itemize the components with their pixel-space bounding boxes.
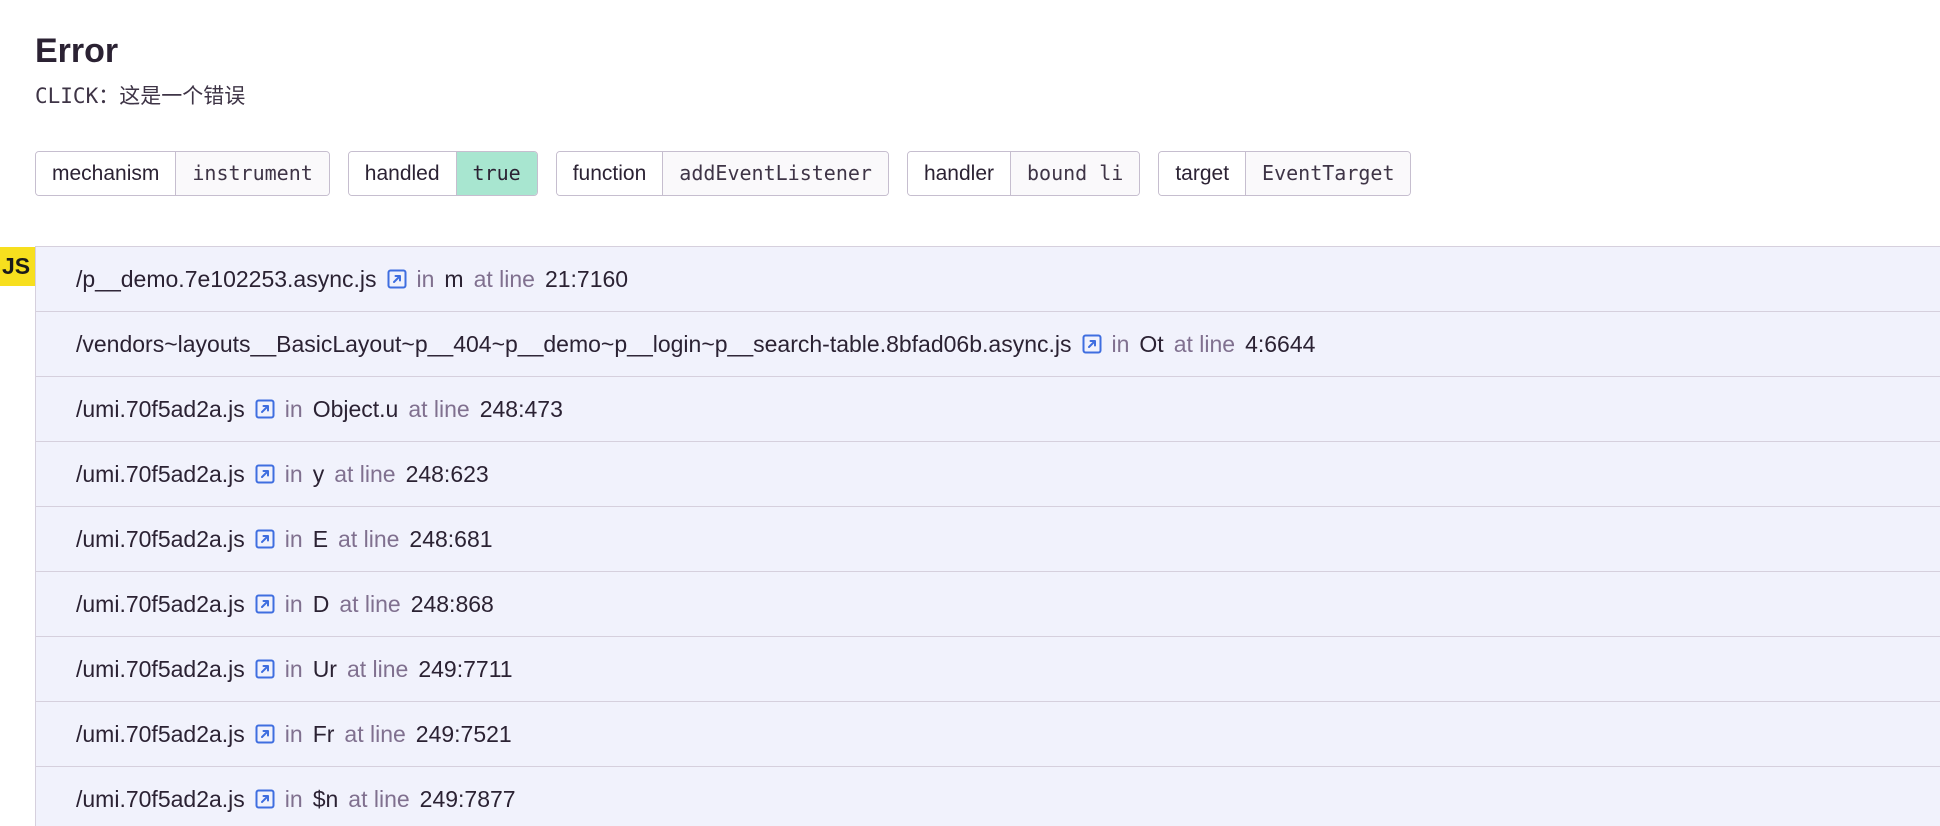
frame-in-label: in [1111,330,1130,357]
tag-value: bound li [1011,152,1140,195]
frame-function: Ur [312,655,337,682]
tag-key: mechanism [36,152,177,195]
stack-frame[interactable]: /umi.70f5ad2a.js in D at line 248:868 [36,572,1940,637]
frame-at-line-label: at line [346,655,409,682]
open-source-icon[interactable] [255,659,275,679]
frame-in-label: in [284,525,303,552]
frame-line-number: 248:681 [409,525,493,552]
open-source-icon[interactable] [255,724,275,744]
frame-line-number: 249:7711 [418,655,513,682]
frame-in-label: in [284,590,303,617]
tag-value: true [456,152,537,195]
frame-function: y [312,460,325,487]
frame-line-number: 248:623 [405,460,489,487]
tag-target[interactable]: target EventTarget [1158,151,1412,196]
frame-filename: /umi.70f5ad2a.js [76,720,245,747]
tag-key: function [556,152,664,195]
frame-filename: /umi.70f5ad2a.js [76,655,245,682]
frame-filename: /vendors~layouts__BasicLayout~p__404~p__… [76,330,1072,357]
frame-line-number: 249:7877 [419,785,516,812]
stacktrace: /p__demo.7e102253.async.js in m at line … [35,246,1940,826]
tag-function[interactable]: function addEventListener [555,151,889,196]
frame-in-label: in [284,655,303,682]
frame-function: E [312,525,329,552]
javascript-platform-badge: JS [0,247,35,286]
frame-function: Object.u [312,395,399,422]
error-header: Error CLICK：这是一个错误 [35,30,245,110]
frame-in-label: in [284,395,303,422]
error-message: CLICK：这是一个错误 [35,84,246,108]
tag-handled[interactable]: handled true [347,151,538,196]
frame-in-label: in [284,720,303,747]
frame-function: Fr [312,720,335,747]
stack-frame[interactable]: /umi.70f5ad2a.js in y at line 248:623 [36,442,1940,507]
stack-frame[interactable]: /umi.70f5ad2a.js in Ur at line 249:7711 [36,637,1940,702]
frame-filename: /umi.70f5ad2a.js [76,785,245,812]
tag-handler[interactable]: handler bound li [906,151,1141,196]
frame-filename: /p__demo.7e102253.async.js [76,265,377,292]
frame-at-line-label: at line [339,590,401,617]
tag-key: handled [348,152,457,195]
frame-function: Ot [1139,330,1164,357]
open-source-icon[interactable] [255,464,275,484]
frame-line-number: 21:7160 [544,265,629,292]
open-source-icon[interactable] [255,789,275,809]
error-event-page: Error CLICK：这是一个错误 mechanism instrument … [0,0,1940,826]
stack-frame[interactable]: /umi.70f5ad2a.js in Object.u at line 248… [36,377,1940,442]
frame-function: D [312,590,330,617]
frame-in-label: in [416,265,435,292]
frame-at-line-label: at line [334,460,396,487]
frame-at-line-label: at line [344,720,406,747]
frame-line-number: 248:473 [479,395,563,422]
frame-at-line-label: at line [408,395,470,422]
frame-at-line-label: at line [1173,330,1236,357]
frame-filename: /umi.70f5ad2a.js [76,590,245,617]
open-source-icon[interactable] [255,529,275,549]
frame-function: $n [312,785,339,812]
open-source-icon[interactable] [1082,334,1102,354]
tag-key: handler [907,152,1011,195]
tag-value: addEventListener [663,152,888,195]
tag-value: instrument [176,152,329,195]
frame-filename: /umi.70f5ad2a.js [76,525,245,552]
open-source-icon[interactable] [387,269,407,289]
frame-at-line-label: at line [348,785,410,812]
frame-line-number: 249:7521 [415,720,512,747]
tag-key: target [1159,152,1247,195]
frame-at-line-label: at line [473,265,535,292]
stack-frame[interactable]: /p__demo.7e102253.async.js in m at line … [36,247,1940,312]
stack-frame[interactable]: /umi.70f5ad2a.js in Fr at line 249:7521 [36,702,1940,767]
frame-line-number: 4:6644 [1245,330,1316,357]
tag-list: mechanism instrument handled true functi… [35,151,1412,196]
error-title: Error [35,32,119,70]
frame-in-label: in [284,785,303,812]
open-source-icon[interactable] [255,399,275,419]
frame-filename: /umi.70f5ad2a.js [76,395,245,422]
frame-line-number: 248:868 [410,590,494,617]
frame-at-line-label: at line [338,525,400,552]
frame-filename: /umi.70f5ad2a.js [76,460,245,487]
stack-frame[interactable]: /umi.70f5ad2a.js in $n at line 249:7877 [36,767,1940,826]
open-source-icon[interactable] [255,594,275,614]
tag-mechanism[interactable]: mechanism instrument [35,151,330,196]
frame-function: m [444,265,464,292]
stack-frame[interactable]: /umi.70f5ad2a.js in E at line 248:681 [36,507,1940,572]
stack-frame[interactable]: /vendors~layouts__BasicLayout~p__404~p__… [36,312,1940,377]
tag-value: EventTarget [1246,152,1411,195]
frame-in-label: in [284,460,303,487]
